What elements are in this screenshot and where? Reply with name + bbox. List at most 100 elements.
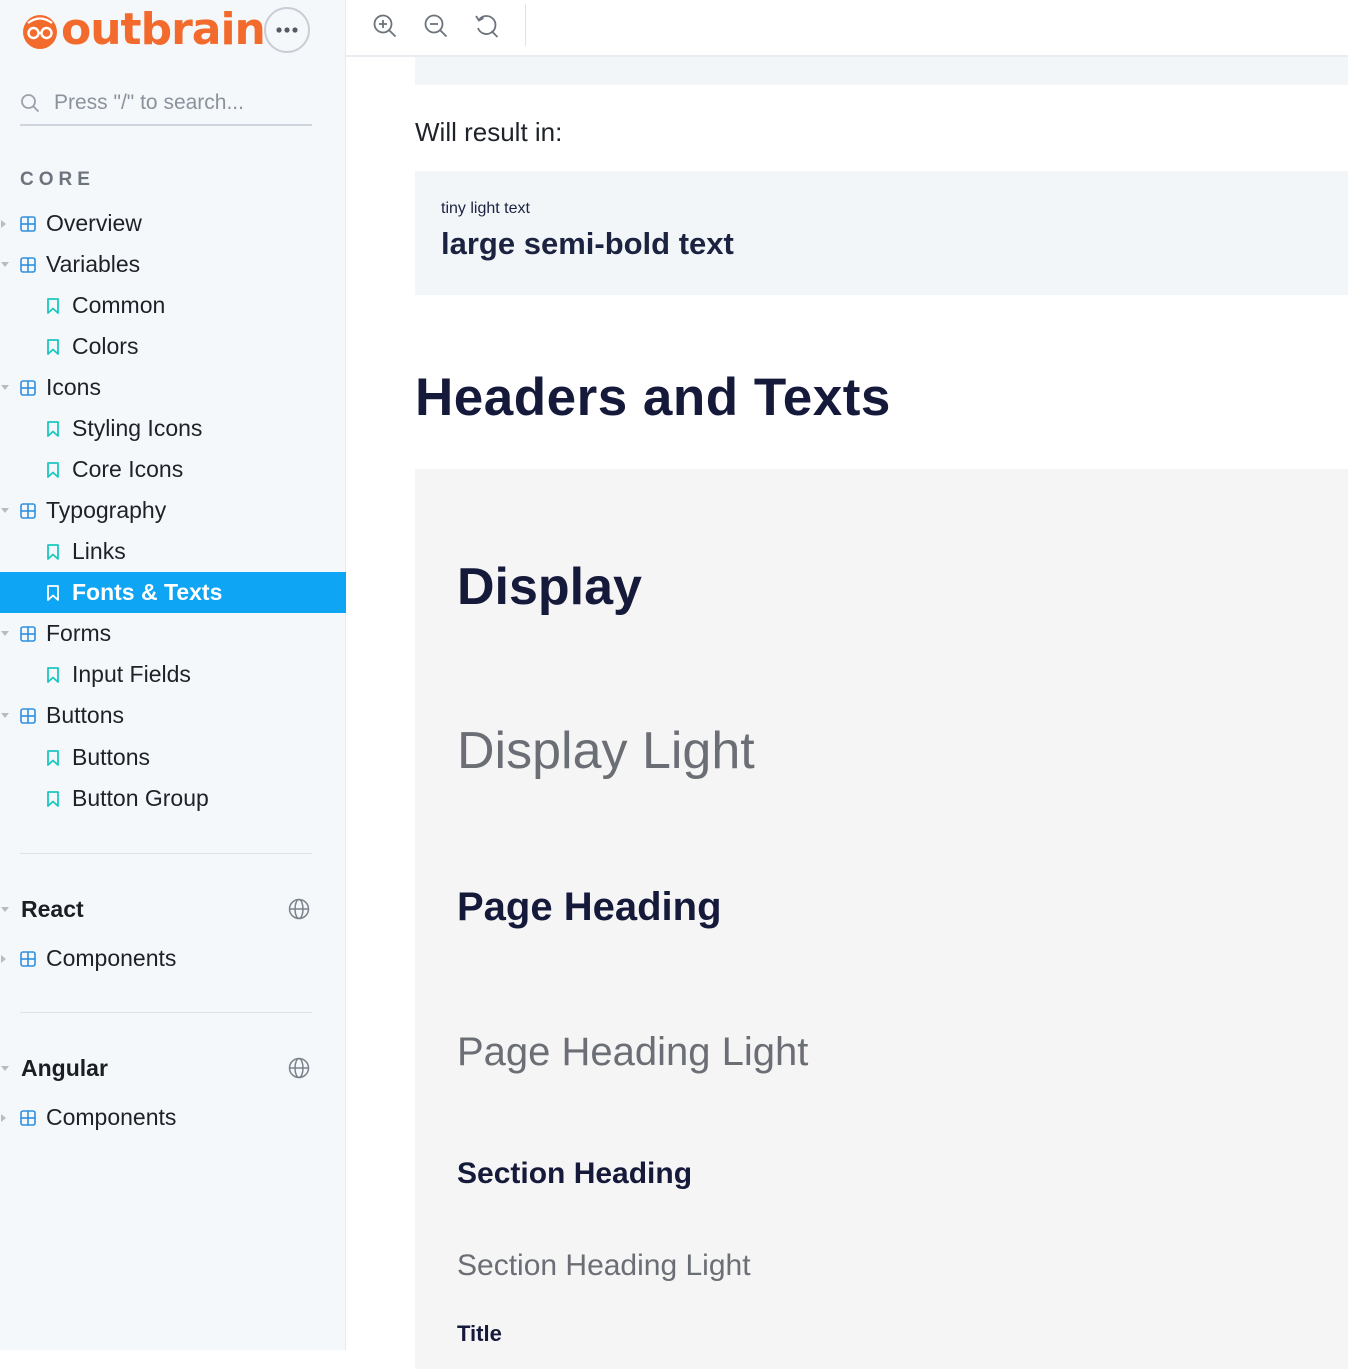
bookmark-icon — [46, 749, 60, 766]
nav-item-label: Components — [46, 945, 177, 971]
code-block-bottom — [415, 57, 1348, 85]
bookmark-icon — [46, 666, 60, 683]
section-heading: Headers and Texts — [415, 368, 891, 427]
typography-showcase: Display Display Light Page Heading Page … — [415, 469, 1348, 1369]
toolbar-separator — [525, 4, 526, 46]
sample-page-heading-light: Page Heading Light — [457, 1030, 809, 1074]
more-options-button[interactable] — [264, 7, 310, 53]
grid-icon — [20, 950, 36, 967]
brand-wordmark: outbrain — [61, 4, 266, 55]
nav-item-label: Typography — [46, 497, 167, 523]
sidebar: outbrain CORE Overview Variables Common … — [0, 0, 346, 1350]
ellipsis-icon — [276, 27, 298, 33]
sample-display-light: Display Light — [457, 722, 755, 780]
caret-down-icon — [1, 262, 9, 267]
grid-icon — [20, 379, 36, 396]
nav-item-forms[interactable]: Forms — [0, 613, 346, 654]
nav-item-angular-components[interactable]: Components — [0, 1097, 346, 1138]
nav-item-typography[interactable]: Typography — [0, 490, 346, 531]
nav-item-label: Fonts & Texts — [72, 579, 223, 605]
caret-right-icon — [1, 219, 6, 228]
nav-item-input-fields[interactable]: Input Fields — [0, 654, 346, 695]
nav-item-button-group[interactable]: Button Group — [0, 778, 346, 819]
sample-title: Title — [457, 1321, 502, 1346]
caret-right-icon — [1, 954, 6, 963]
example-preview: tiny light text large semi-bold text — [415, 171, 1348, 295]
nav-item-label: Components — [46, 1104, 177, 1130]
nav-item-label: Buttons — [72, 744, 150, 770]
sample-section-heading: Section Heading — [457, 1157, 693, 1190]
sample-display: Display — [457, 558, 642, 616]
grid-icon — [20, 707, 36, 724]
nav-item-label: Links — [72, 538, 126, 564]
nav-item-links[interactable]: Links — [0, 531, 346, 572]
nav-item-label: Core Icons — [72, 456, 184, 482]
caret-right-icon — [1, 1113, 6, 1122]
canvas-toolbar — [346, 0, 1348, 57]
grid-icon — [20, 215, 36, 232]
nav-item-label: Icons — [46, 374, 101, 400]
nav-item-label: Colors — [72, 333, 139, 359]
grid-icon — [20, 502, 36, 519]
caret-down-icon — [1, 1066, 9, 1071]
large-semibold-text: large semi-bold text — [441, 226, 734, 261]
core-section-label: CORE — [20, 169, 95, 190]
zoom-in-icon — [373, 14, 397, 38]
react-group-title: React — [21, 896, 84, 922]
logo-face-icon — [23, 15, 57, 49]
angular-group-header[interactable]: Angular — [0, 1048, 346, 1089]
react-group-header[interactable]: React — [0, 889, 346, 930]
nav-item-fonts-texts[interactable]: Fonts & Texts — [0, 572, 346, 613]
docs-canvas: Will result in: tiny light text large se… — [346, 57, 1348, 1369]
bookmark-icon — [46, 461, 60, 478]
nav-item-label: Overview — [46, 210, 142, 236]
sample-page-heading: Page Heading — [457, 885, 722, 929]
nav-item-variables[interactable]: Variables — [0, 244, 346, 285]
grid-icon — [20, 256, 36, 273]
angular-group-title: Angular — [21, 1055, 108, 1081]
nav-item-common[interactable]: Common — [0, 285, 346, 326]
reset-zoom-icon — [475, 15, 499, 38]
nav-item-core-icons[interactable]: Core Icons — [0, 449, 346, 490]
nav-item-icons[interactable]: Icons — [0, 367, 346, 408]
result-label: Will result in: — [415, 117, 563, 147]
caret-down-icon — [1, 907, 9, 912]
bookmark-icon — [46, 584, 60, 601]
nav-item-styling-icons[interactable]: Styling Icons — [0, 408, 346, 449]
tiny-light-text: tiny light text — [441, 200, 530, 217]
outbrain-logo[interactable]: outbrain — [20, 4, 266, 55]
bookmark-icon — [46, 543, 60, 560]
nav-item-buttons-story[interactable]: Buttons — [0, 737, 346, 778]
nav-item-overview[interactable]: Overview — [0, 203, 346, 244]
bookmark-icon — [46, 297, 60, 314]
bookmark-icon — [46, 338, 60, 355]
sidebar-divider — [20, 1012, 312, 1013]
bookmark-icon — [46, 420, 60, 437]
sample-section-heading-light: Section Heading Light — [457, 1249, 751, 1282]
grid-icon — [20, 625, 36, 642]
globe-icon[interactable] — [288, 898, 310, 926]
search-icon — [21, 94, 40, 113]
nav-item-label: Forms — [46, 620, 112, 646]
bookmark-icon — [46, 790, 60, 807]
caret-down-icon — [1, 385, 9, 390]
sidebar-divider — [20, 853, 312, 854]
nav-item-buttons[interactable]: Buttons — [0, 695, 346, 736]
caret-down-icon — [1, 631, 9, 636]
zoom-out-button[interactable] — [421, 11, 451, 41]
nav-item-label: Buttons — [46, 702, 124, 728]
search-box[interactable] — [20, 82, 312, 126]
grid-icon — [20, 1109, 36, 1126]
nav-item-label: Variables — [46, 251, 141, 277]
zoom-in-button[interactable] — [370, 11, 400, 41]
nav-item-colors[interactable]: Colors — [0, 326, 346, 367]
caret-down-icon — [1, 508, 9, 513]
search-input[interactable] — [52, 90, 306, 116]
globe-icon[interactable] — [288, 1057, 310, 1085]
zoom-out-icon — [424, 14, 448, 38]
nav-item-react-components[interactable]: Components — [0, 938, 346, 979]
caret-down-icon — [1, 713, 9, 718]
nav-item-label: Styling Icons — [72, 415, 203, 441]
nav-item-label: Input Fields — [72, 661, 191, 687]
reset-zoom-button[interactable] — [472, 11, 502, 41]
